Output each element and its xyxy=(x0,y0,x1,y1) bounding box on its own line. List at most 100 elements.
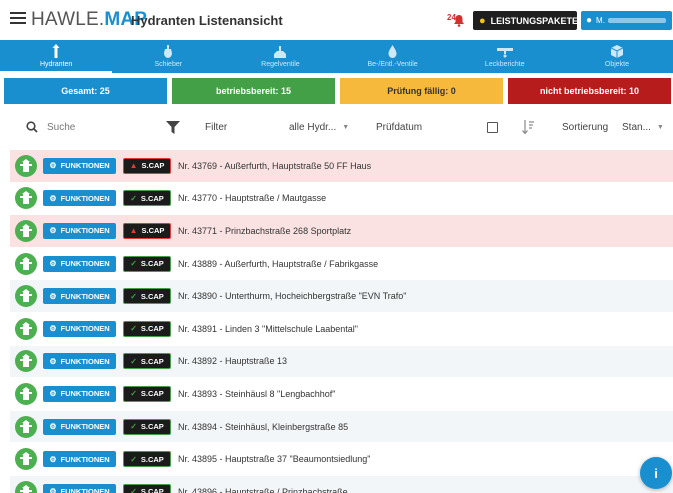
list-item[interactable]: ⚙ FUNKTIONEN ✓ S.CAP Nr. 43896 - Hauptstraße… xyxy=(10,475,673,493)
list-item[interactable]: ⚙ FUNKTIONEN ▲ S.CAP Nr. 43771 - Prinzbachst… xyxy=(10,215,673,248)
hydrant-icon xyxy=(20,484,32,493)
scap-status-button[interactable]: ✓ S.CAP xyxy=(123,288,171,305)
functions-button[interactable]: ⚙ FUNKTIONEN xyxy=(43,255,116,272)
filter-icon[interactable] xyxy=(166,120,180,134)
gear-icon: ⚙ xyxy=(49,487,57,493)
user-initial: M. xyxy=(596,16,605,25)
functions-button[interactable]: ⚙ FUNKTIONEN xyxy=(43,385,116,402)
bell-icon xyxy=(454,15,464,27)
hydrant-type-dropdown[interactable]: alle Hydr... ▼ xyxy=(289,110,349,144)
functions-button[interactable]: ⚙ FUNKTIONEN xyxy=(43,418,116,435)
scap-status-button[interactable]: ✓ S.CAP xyxy=(123,353,171,370)
hydrant-icon xyxy=(20,223,32,237)
scap-status-button[interactable]: ✓ S.CAP xyxy=(123,385,171,402)
list-item[interactable]: ⚙ FUNKTIONEN ▲ S.CAP Nr. 43769 - Außerfurth,… xyxy=(10,150,673,183)
tab-be-entl-ventile[interactable]: Be-/Entl.-Ventile xyxy=(337,40,449,73)
scap-label: S.CAP xyxy=(140,454,164,464)
alarm-bell-icon: ▲ xyxy=(129,161,138,171)
check-icon: ✓ xyxy=(130,324,137,334)
scap-status-button[interactable]: ✓ S.CAP xyxy=(123,190,171,207)
list-item[interactable]: ⚙ FUNKTIONEN ✓ S.CAP Nr. 43894 - Steinhäusl,… xyxy=(10,410,673,444)
hydrant-icon xyxy=(52,43,60,58)
hydrant-status-avatar xyxy=(15,382,37,405)
filter-label[interactable]: Filter xyxy=(205,110,227,144)
hydrant-icon xyxy=(20,289,32,303)
user-icon: ● xyxy=(586,15,593,26)
search-icon xyxy=(26,121,38,133)
hydrant-status-avatar xyxy=(15,219,37,242)
functions-button[interactable]: ⚙ FUNKTIONEN xyxy=(43,483,116,493)
functions-label: FUNKTIONEN xyxy=(60,422,110,432)
scap-status-button[interactable]: ✓ S.CAP xyxy=(123,451,171,468)
stat-ready[interactable]: betriebsbereit: 15 xyxy=(172,78,335,104)
functions-label: FUNKTIONEN xyxy=(60,161,110,171)
functions-button[interactable]: ⚙ FUNKTIONEN xyxy=(43,451,116,468)
caret-down-icon: ▼ xyxy=(342,123,350,131)
list-item[interactable]: ⚙ FUNKTIONEN ✓ S.CAP Nr. 43895 - Hauptstraße… xyxy=(10,443,673,476)
sort-icon[interactable] xyxy=(522,120,534,134)
tab-regelventile[interactable]: Regelventile xyxy=(224,40,336,73)
functions-button[interactable]: ⚙ FUNKTIONEN xyxy=(43,320,116,337)
scap-status-button[interactable]: ✓ S.CAP xyxy=(123,483,171,493)
scap-status-button[interactable]: ✓ S.CAP xyxy=(123,418,171,435)
info-button[interactable]: i xyxy=(640,457,672,489)
tab-objekte[interactable]: Objekte xyxy=(561,40,673,73)
logo-prefix: HAWLE. xyxy=(31,9,105,30)
scap-status-button[interactable]: ▲ S.CAP xyxy=(123,157,171,174)
hydrant-address: Nr. 43891 - Linden 3 "Mittelschule Laabe… xyxy=(178,323,359,334)
functions-label: FUNKTIONEN xyxy=(60,487,110,493)
list-item[interactable]: ⚙ FUNKTIONEN ✓ S.CAP Nr. 43770 - Hauptstraße… xyxy=(10,182,673,216)
functions-button[interactable]: ⚙ FUNKTIONEN xyxy=(43,222,116,239)
tab-label: Hydranten xyxy=(39,60,73,68)
tab-leckberichte[interactable]: Leckberichte xyxy=(449,40,561,73)
service-packages-button[interactable]: ● LEISTUNGSPAKETE xyxy=(473,11,578,30)
notification-button[interactable]: 24 xyxy=(447,13,467,29)
check-icon: ✓ xyxy=(130,291,137,301)
list-item[interactable]: ⚙ FUNKTIONEN ✓ S.CAP Nr. 43893 - Steinhäusl … xyxy=(10,378,673,411)
hydrant-icon xyxy=(20,354,32,368)
user-menu-button[interactable]: ● M. xyxy=(581,11,672,30)
award-icon: ● xyxy=(479,14,486,27)
hydrant-address: Nr. 43894 - Steinhäusl, Kleinbergstraße … xyxy=(178,421,349,432)
tab-hydranten[interactable]: Hydranten xyxy=(0,40,113,73)
search-input[interactable] xyxy=(47,121,137,133)
scap-label: S.CAP xyxy=(140,487,164,493)
alarm-bell-icon: ▲ xyxy=(129,226,138,236)
gear-icon: ⚙ xyxy=(49,193,57,203)
tab-label: Objekte xyxy=(604,61,629,68)
hydrant-status-avatar xyxy=(15,154,37,177)
regulator-icon xyxy=(274,45,287,58)
inspection-date-checkbox[interactable] xyxy=(487,121,498,133)
scap-status-button[interactable]: ✓ S.CAP xyxy=(123,255,171,272)
functions-button[interactable]: ⚙ FUNKTIONEN xyxy=(43,288,116,305)
hydrant-address: Nr. 43893 - Steinhäusl 8 "Lengbachhof" xyxy=(178,388,336,399)
app-logo[interactable]: HAWLE.MAP xyxy=(31,10,147,30)
functions-button[interactable]: ⚙ FUNKTIONEN xyxy=(43,157,116,174)
info-icon: i xyxy=(654,465,658,481)
scap-status-button[interactable]: ▲ S.CAP xyxy=(123,222,171,239)
scap-label: S.CAP xyxy=(140,291,164,301)
hydrant-icon xyxy=(20,158,32,172)
list-item[interactable]: ⚙ FUNKTIONEN ✓ S.CAP Nr. 43889 - Außerfurth,… xyxy=(10,247,673,281)
check-icon: ✓ xyxy=(130,259,137,269)
leak-icon xyxy=(496,47,513,57)
functions-button[interactable]: ⚙ FUNKTIONEN xyxy=(43,353,116,370)
list-item[interactable]: ⚙ FUNKTIONEN ✓ S.CAP Nr. 43890 - Unterthurm,… xyxy=(10,280,673,313)
check-icon: ✓ xyxy=(130,487,137,493)
hydrant-list: ⚙ FUNKTIONEN ▲ S.CAP Nr. 43769 - Außerfurth,… xyxy=(10,150,673,493)
tab-schieber[interactable]: Schieber xyxy=(112,40,224,73)
stat-inspection-due[interactable]: Prüfung fällig: 0 xyxy=(340,78,503,104)
scap-label: S.CAP xyxy=(141,226,165,236)
scap-status-button[interactable]: ✓ S.CAP xyxy=(123,320,171,337)
list-item[interactable]: ⚙ FUNKTIONEN ✓ S.CAP Nr. 43891 - Linden 3 "M… xyxy=(10,312,673,346)
functions-label: FUNKTIONEN xyxy=(60,193,110,203)
menu-icon[interactable] xyxy=(10,12,26,26)
sort-dropdown[interactable]: Stan... ▼ xyxy=(622,110,664,144)
stat-not-ready[interactable]: nicht betriebsbereit: 10 xyxy=(508,78,671,104)
gear-icon: ⚙ xyxy=(49,324,57,334)
functions-button[interactable]: ⚙ FUNKTIONEN xyxy=(43,190,116,207)
stat-total[interactable]: Gesamt: 25 xyxy=(4,78,167,104)
cube-icon xyxy=(610,45,623,58)
list-item[interactable]: ⚙ FUNKTIONEN ✓ S.CAP Nr. 43892 - Hauptstraße… xyxy=(10,345,673,379)
functions-label: FUNKTIONEN xyxy=(60,389,110,399)
